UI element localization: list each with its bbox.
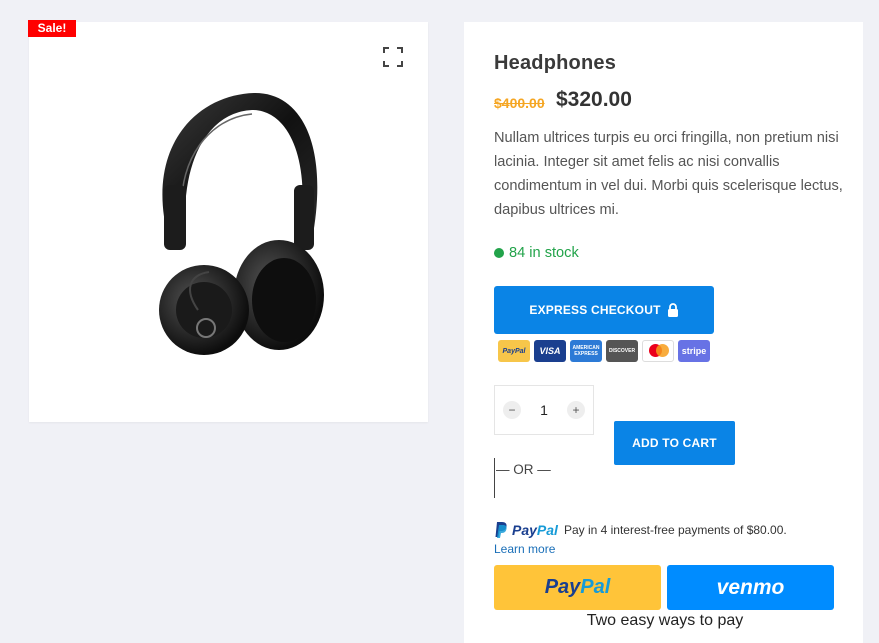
visa-card-icon: VISA [534,340,566,362]
quantity-stepper: − + [494,385,594,435]
express-checkout-button[interactable]: EXPRESS CHECKOUT [494,286,714,334]
sale-badge: Sale! [28,20,76,37]
paypal-wordmark: PayPal [512,522,558,538]
original-price: $400.00 [494,95,545,111]
paypal-message: PayPal Pay in 4 interest-free payments o… [494,521,787,539]
paypal-installment-text: Pay in 4 interest-free payments of $80.0… [563,523,787,537]
learn-more-link[interactable]: Learn more [494,542,555,556]
discover-card-icon: DISCOVER [606,340,638,362]
product-title: Headphones [494,52,617,74]
stripe-icon: stripe [678,340,710,362]
quantity-increase-button[interactable]: + [567,401,585,419]
paypal-logo-icon [494,521,508,539]
fullscreen-icon[interactable] [383,47,403,67]
amex-card-icon: AMERICAN EXPRESS [570,340,602,362]
paypal-button[interactable]: Pay Pal [494,565,661,610]
two-ways-caption: Two easy ways to pay [586,612,744,629]
sale-price: $320.00 [556,88,632,111]
lock-icon [667,303,679,317]
mastercard-icon [642,340,674,362]
stock-text: 84 in stock [509,245,579,261]
product-description: Nullam ultrices turpis eu orci fringilla… [494,130,843,218]
express-checkout-label: EXPRESS CHECKOUT [529,303,661,317]
quantity-input[interactable] [529,402,559,418]
divider-line [494,458,495,498]
product-gallery [29,22,428,422]
add-to-cart-button[interactable]: ADD TO CART [614,421,735,465]
paypal-card-icon: PayPal [498,340,530,362]
venmo-button[interactable]: venmo [667,565,834,610]
payment-methods: PayPal VISA AMERICAN EXPRESS DISCOVER st… [498,340,710,362]
or-divider: — OR — [496,462,551,477]
headphones-image[interactable] [134,90,324,355]
stock-dot-icon [494,248,504,258]
product-details: Headphones $400.00 $320.00 Nullam ultric… [464,22,863,643]
stock-status: 84 in stock [494,245,579,261]
quantity-decrease-button[interactable]: − [503,401,521,419]
